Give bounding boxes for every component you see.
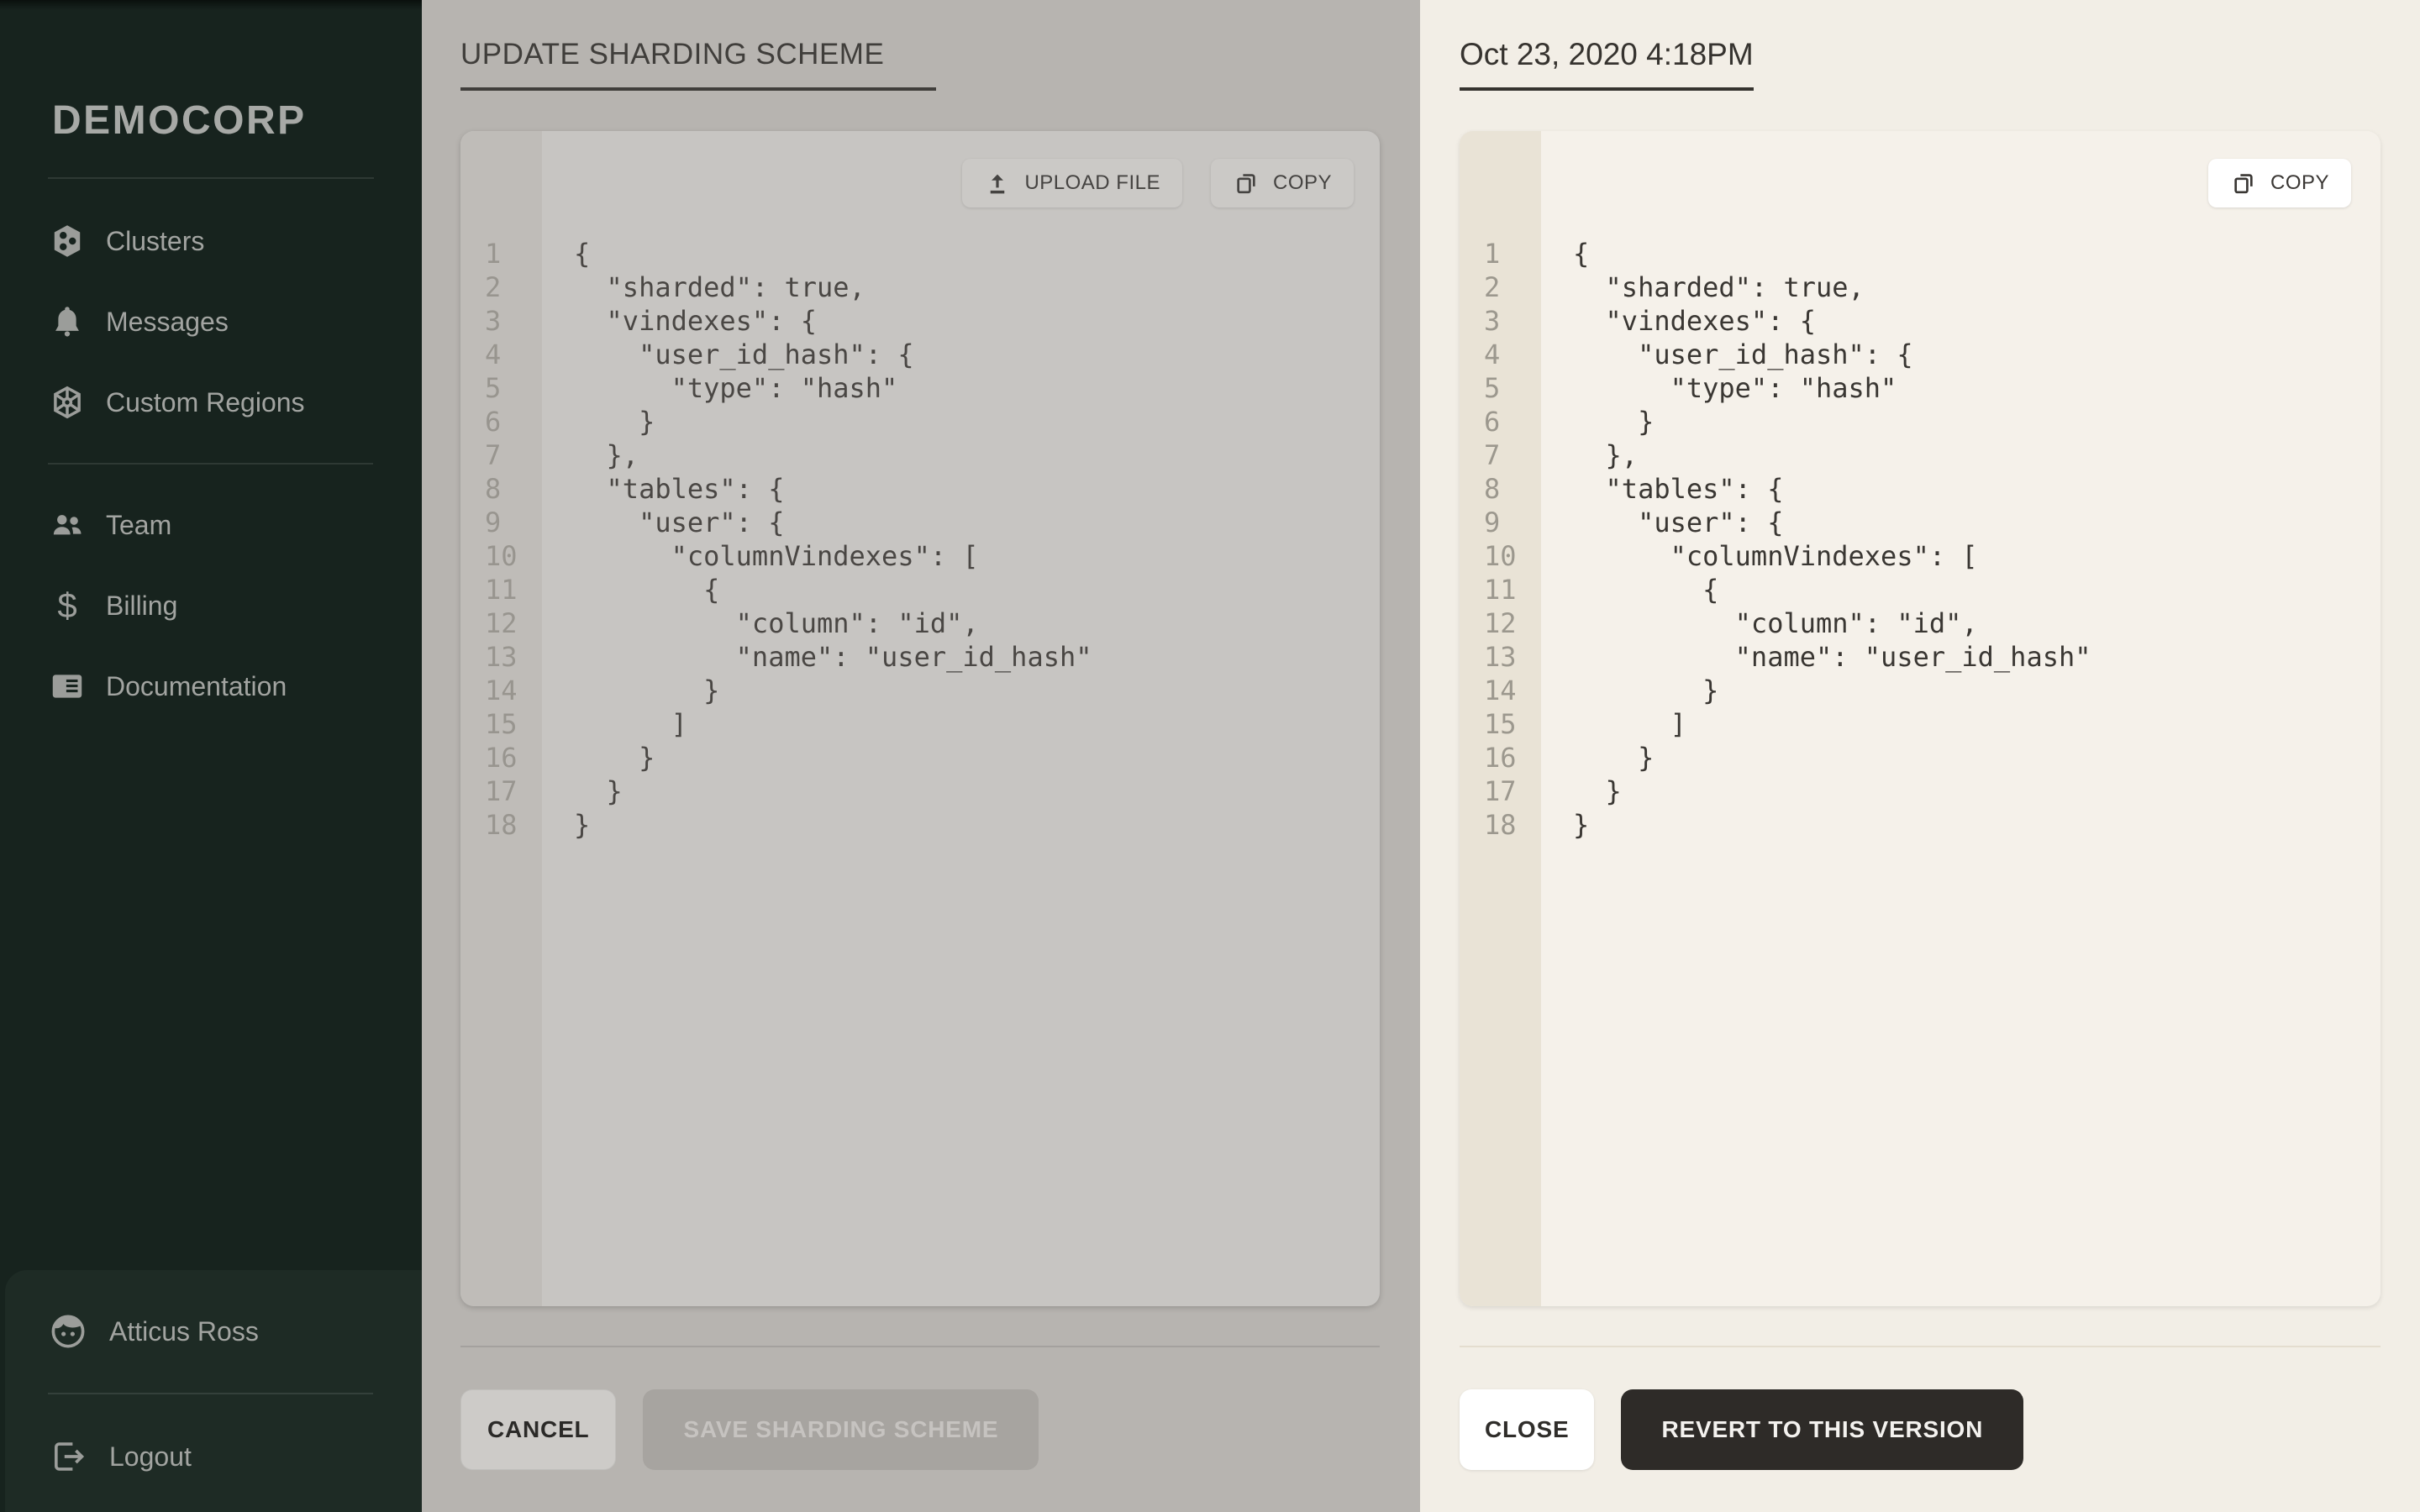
sidebar-item-label: Team bbox=[106, 509, 172, 540]
sharding-editor-panel: UPDATE SHARDING SCHEME 1 2 3 4 5 6 7 8 9… bbox=[422, 0, 1420, 1512]
editor-toolbar: UPLOAD FILE COPY bbox=[962, 159, 1354, 207]
divider bbox=[48, 177, 374, 179]
sidebar: DEMOCORP Clusters Messages Custom Region… bbox=[0, 0, 422, 1512]
people-icon bbox=[49, 507, 86, 543]
version-timestamp-title: Oct 23, 2020 4:18PM bbox=[1460, 35, 1754, 91]
sidebar-item-custom-regions[interactable]: Custom Regions bbox=[0, 362, 422, 443]
sidebar-item-team[interactable]: Team bbox=[0, 485, 422, 565]
document-icon bbox=[49, 668, 86, 705]
line-number-gutter: 1 2 3 4 5 6 7 8 9 10 11 12 13 14 15 16 1… bbox=[460, 131, 542, 1306]
editor-footer: CANCEL SAVE SHARDING SCHEME bbox=[460, 1389, 1380, 1470]
save-sharding-scheme-button[interactable]: SAVE SHARDING SCHEME bbox=[643, 1389, 1039, 1470]
copy-label: COPY bbox=[2270, 171, 2329, 194]
divider bbox=[48, 463, 373, 465]
divider bbox=[460, 1346, 1380, 1347]
revert-to-this-version-button[interactable]: REVERT TO THIS VERSION bbox=[1621, 1389, 2024, 1470]
version-toolbar: COPY bbox=[2207, 159, 2351, 207]
sharding-scheme-editor[interactable]: 1 2 3 4 5 6 7 8 9 10 11 12 13 14 15 16 1… bbox=[460, 131, 1380, 1306]
sidebar-item-label: Custom Regions bbox=[106, 386, 305, 417]
divider bbox=[1460, 1346, 2381, 1347]
copy-icon bbox=[2234, 174, 2253, 194]
json-code-editor[interactable]: { "sharded": true, "vindexes": { "user_i… bbox=[542, 131, 1092, 1306]
logout-icon bbox=[49, 1437, 87, 1476]
upload-icon bbox=[991, 174, 1005, 194]
cancel-button[interactable]: CANCEL bbox=[460, 1389, 617, 1470]
copy-button-editor[interactable]: COPY bbox=[1210, 159, 1354, 207]
version-footer: CLOSE REVERT TO THIS VERSION bbox=[1460, 1389, 2381, 1470]
region-hexagon-icon bbox=[49, 384, 86, 421]
copy-icon bbox=[1237, 174, 1255, 194]
dollar-icon: $ bbox=[57, 585, 77, 625]
upload-file-button[interactable]: UPLOAD FILE bbox=[962, 159, 1182, 207]
sidebar-item-label: Messages bbox=[106, 306, 229, 337]
sidebar-user-section: Atticus Ross Logout bbox=[5, 1270, 422, 1512]
sidebar-item-documentation[interactable]: Documentation bbox=[0, 646, 422, 727]
sidebar-item-label: Clusters bbox=[106, 225, 205, 256]
clusters-hexagon-icon bbox=[49, 223, 86, 260]
sidebar-item-label: Billing bbox=[106, 590, 178, 621]
close-button[interactable]: CLOSE bbox=[1460, 1389, 1595, 1470]
sidebar-nav: Clusters Messages Custom Regions Team $ … bbox=[0, 201, 422, 727]
sidebar-item-billing[interactable]: $ Billing bbox=[0, 565, 422, 646]
face-icon bbox=[49, 1312, 87, 1351]
json-code-view: { "sharded": true, "vindexes": { "user_i… bbox=[1573, 238, 2091, 841]
bell-icon bbox=[49, 303, 86, 340]
user-name: Atticus Ross bbox=[109, 1315, 259, 1347]
version-detail-panel: Oct 23, 2020 4:18PM 1 2 3 4 5 6 7 8 9 10… bbox=[1420, 0, 2420, 1512]
sidebar-item-messages[interactable]: Messages bbox=[0, 281, 422, 362]
upload-file-label: UPLOAD FILE bbox=[1024, 171, 1160, 194]
app-window: DEMOCORP Clusters Messages Custom Region… bbox=[0, 0, 2420, 1512]
logout-label: Logout bbox=[109, 1441, 192, 1472]
sidebar-item-clusters[interactable]: Clusters bbox=[0, 201, 422, 281]
copy-button-version[interactable]: COPY bbox=[2207, 159, 2351, 207]
page-title: UPDATE SHARDING SCHEME bbox=[460, 35, 937, 91]
user-menu[interactable]: Atticus Ross bbox=[5, 1270, 422, 1393]
line-number-gutter: 1 2 3 4 5 6 7 8 9 10 11 12 13 14 15 16 1… bbox=[1460, 131, 1541, 1306]
sidebar-item-label: Documentation bbox=[106, 670, 287, 701]
version-code-viewer: 1 2 3 4 5 6 7 8 9 10 11 12 13 14 15 16 1… bbox=[1460, 131, 2381, 1306]
copy-label: COPY bbox=[1272, 171, 1332, 194]
brand-logo: DEMOCORP bbox=[52, 98, 307, 143]
logout-button[interactable]: Logout bbox=[5, 1394, 422, 1512]
